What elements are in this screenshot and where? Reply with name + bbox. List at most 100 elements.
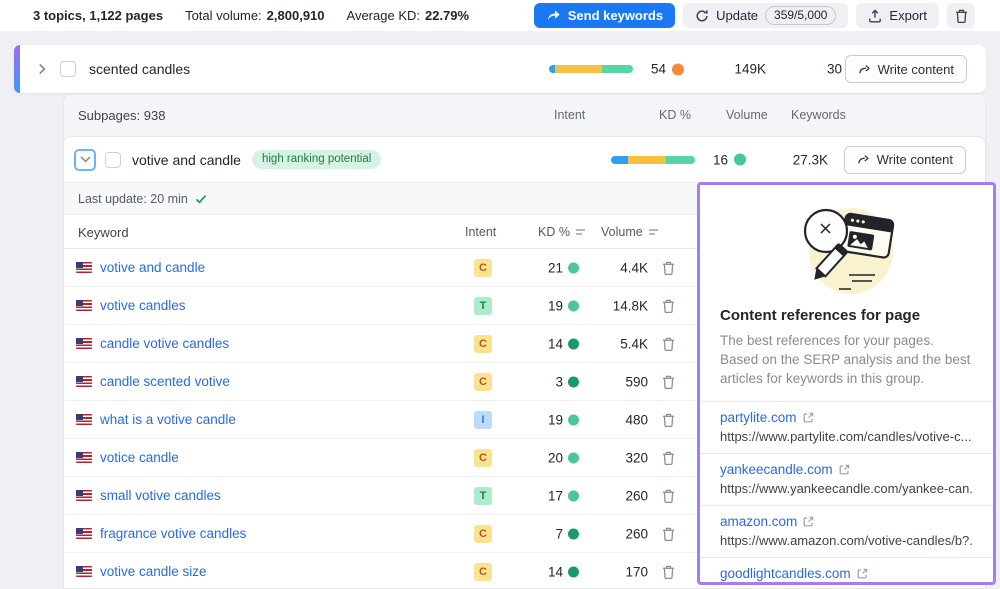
keyword-rows: votive and candle C 21 4.4K votive candl… (64, 249, 698, 589)
keyword-row: votive candle size C 14 170 (64, 553, 698, 589)
topbar: 3 topics, 1,122 pages Total volume: 2,80… (0, 0, 1000, 31)
delete-all-button[interactable] (947, 3, 975, 28)
kd-dot (672, 63, 684, 75)
intent-badge: T (474, 487, 492, 505)
write-content-button[interactable]: Write content (845, 55, 967, 83)
keyword-row: small votive candles T 17 260 (64, 477, 698, 515)
kd-dot (568, 376, 579, 387)
sort-icon[interactable] (648, 228, 659, 236)
reference-entry: amazon.com https://www.amazon.com/votive… (700, 505, 993, 557)
content-references-panel: Content references for page The best ref… (697, 182, 996, 585)
col-header-intent: Intent (465, 225, 496, 239)
us-flag-icon (76, 414, 92, 425)
keyword-table-header: Keyword Intent KD % Volume (64, 215, 698, 249)
refresh-icon (695, 9, 709, 23)
reference-domain-link[interactable]: yankeecandle.com (720, 462, 833, 477)
trash-icon[interactable] (662, 413, 675, 427)
col-header-kd: KD % (538, 225, 570, 239)
kd-cell: 21 (548, 260, 579, 275)
topic-checkbox[interactable] (60, 61, 76, 77)
keyword-row: candle scented votive C 3 590 (64, 363, 698, 401)
reference-url: https://www.amazon.com/votive-candles/b?… (720, 533, 973, 548)
external-link-icon[interactable] (803, 516, 814, 527)
page-checkbox[interactable] (105, 152, 121, 168)
panel-title: Content references for page (720, 307, 973, 324)
intent-segment (602, 65, 633, 73)
kd-cell: 7 (555, 526, 579, 541)
topbar-stats: 3 topics, 1,122 pages Total volume: 2,80… (33, 8, 469, 23)
kd-cell: 19 (548, 412, 579, 427)
trash-icon[interactable] (662, 375, 675, 389)
kd-dot (568, 528, 579, 539)
page-kd-cell: 16 (713, 152, 746, 167)
reference-entry: yankeecandle.com https://www.yankeecandl… (700, 453, 993, 505)
kd-cell: 17 (548, 488, 579, 503)
trash-icon[interactable] (662, 299, 675, 313)
keyword-link[interactable]: small votive candles (100, 488, 221, 503)
reference-domain-link[interactable]: goodlightcandles.com (720, 566, 851, 581)
kd-dot (568, 490, 579, 501)
kd-dot (568, 300, 579, 311)
keyword-row: fragrance votive candles C 7 260 (64, 515, 698, 553)
keyword-link[interactable]: votive and candle (100, 260, 205, 275)
trash-icon[interactable] (662, 489, 675, 503)
keyword-link[interactable]: candle scented votive (100, 374, 230, 389)
kd-dot (568, 414, 579, 425)
keyword-link[interactable]: votice candle (100, 450, 179, 465)
trash-icon[interactable] (662, 565, 675, 579)
external-link-icon[interactable] (839, 464, 850, 475)
intent-badge: C (474, 449, 492, 467)
intent-badge: C (474, 563, 492, 581)
keyword-link[interactable]: votive candle size (100, 564, 207, 579)
us-flag-icon (76, 452, 92, 463)
external-link-icon[interactable] (803, 412, 814, 423)
sort-icon[interactable] (575, 228, 586, 236)
kd-dot (734, 154, 746, 166)
trash-icon[interactable] (662, 337, 675, 351)
kd-cell: 14 (548, 336, 579, 351)
trash-icon[interactable] (662, 261, 675, 275)
kd-dot (568, 566, 579, 577)
subpages-header: Subpages: 938 Intent KD % Volume Keyword… (64, 94, 985, 137)
reference-domain-link[interactable]: partylite.com (720, 410, 797, 425)
last-update-text: Last update: 20 min (78, 192, 188, 206)
volume-cell: 260 (625, 488, 648, 503)
volume-cell: 4.4K (620, 260, 648, 275)
trash-icon[interactable] (662, 451, 675, 465)
intent-badge: C (474, 335, 492, 353)
intent-segment (628, 156, 667, 164)
reference-url: https://www.yankeecandle.com/yankee-can.… (720, 481, 973, 496)
us-flag-icon (76, 300, 92, 311)
export-icon (868, 9, 882, 23)
col-header-volume: Volume (601, 225, 643, 239)
keyword-link[interactable]: candle votive candles (100, 336, 229, 351)
us-flag-icon (76, 528, 92, 539)
keyword-link[interactable]: votive candles (100, 298, 186, 313)
topics-pages-summary: 3 topics, 1,122 pages (33, 8, 163, 23)
panel-description: The best references for your pages. Base… (720, 331, 973, 388)
subpages-col-intent: Intent (554, 108, 585, 122)
update-button[interactable]: Update 359/5,000 (683, 3, 848, 28)
send-keywords-button[interactable]: Send keywords (534, 3, 675, 28)
reference-domain-link[interactable]: amazon.com (720, 514, 797, 529)
keyword-link[interactable]: what is a votive candle (100, 412, 236, 427)
volume-cell: 170 (625, 564, 648, 579)
keyword-link[interactable]: fragrance votive candles (100, 526, 246, 541)
trash-icon[interactable] (662, 527, 675, 541)
intent-badge: T (474, 297, 492, 315)
export-button[interactable]: Export (856, 3, 939, 28)
collapse-chevron-down-button[interactable] (74, 149, 96, 171)
us-flag-icon (76, 566, 92, 577)
write-arrow-icon (857, 154, 870, 165)
page-name[interactable]: votive and candle (132, 152, 241, 168)
average-kd-value: 22.79% (425, 8, 469, 23)
external-link-icon[interactable] (857, 568, 868, 579)
topic-name[interactable]: scented candles (89, 61, 190, 77)
page-row: votive and candle high ranking potential… (64, 137, 985, 183)
kd-cell: 3 (555, 374, 579, 389)
topic-accent-bar (14, 45, 20, 93)
topbar-actions: Send keywords Update 359/5,000 Export (534, 3, 975, 28)
write-content-button[interactable]: Write content (844, 146, 966, 174)
expand-chevron-right-icon[interactable] (38, 63, 46, 75)
kd-dot (568, 338, 579, 349)
